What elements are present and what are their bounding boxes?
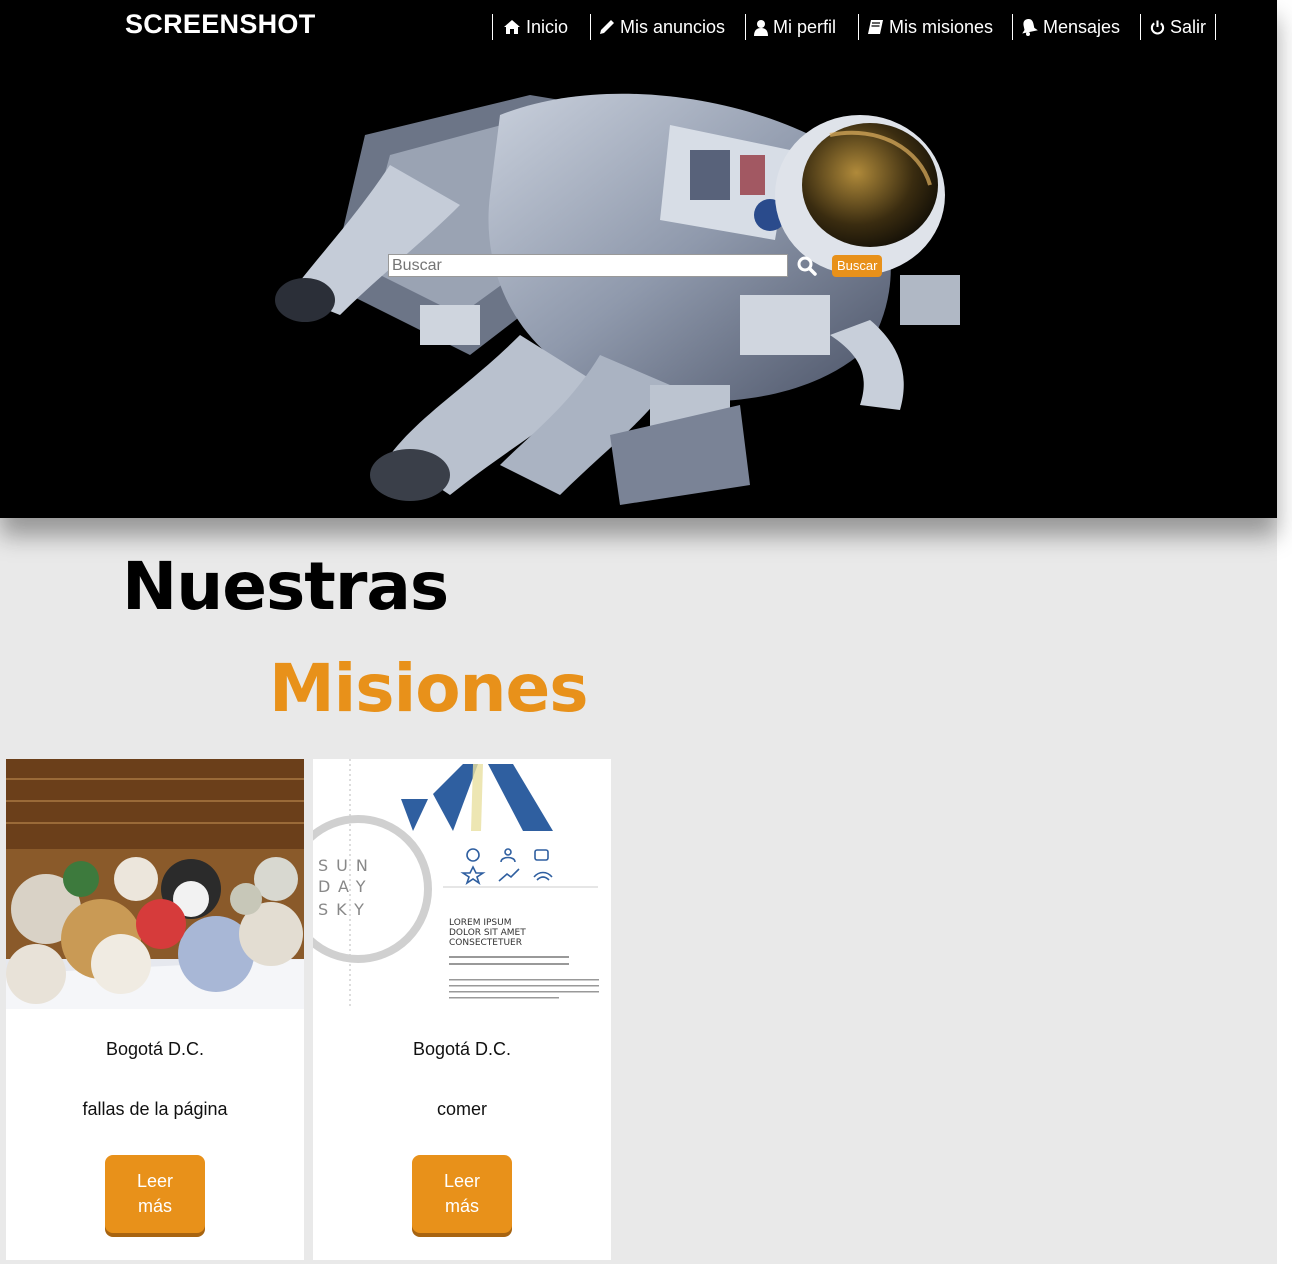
svg-text:CONSECTETUER: CONSECTETUER bbox=[449, 938, 522, 948]
card-description: fallas de la página bbox=[82, 1099, 228, 1119]
search-icon[interactable] bbox=[797, 255, 819, 277]
svg-text:SUN: SUN bbox=[318, 856, 376, 875]
pencil-icon bbox=[600, 20, 614, 34]
page: SCREENSHOT Inicio Mis anuncios Mi perfil… bbox=[0, 0, 1277, 1264]
card-city: Bogotá D.C. bbox=[105, 1039, 205, 1059]
hero-banner: SCREENSHOT Inicio Mis anuncios Mi perfil… bbox=[0, 0, 1277, 518]
brand-logo[interactable]: SCREENSHOT bbox=[125, 9, 316, 40]
power-icon bbox=[1150, 19, 1165, 34]
book-icon bbox=[868, 20, 883, 34]
svg-text:LOREM IPSUM: LOREM IPSUM bbox=[449, 918, 512, 928]
mission-card: Bogotá D.C. fallas de la página Leer más bbox=[6, 759, 304, 1260]
section-title-line2: Misiones bbox=[269, 650, 589, 727]
read-more-button[interactable]: Leer más bbox=[412, 1155, 512, 1233]
nav-item-label: Mi perfil bbox=[773, 16, 837, 37]
card-city: Bogotá D.C. bbox=[412, 1039, 512, 1059]
search-bar: Buscar bbox=[388, 254, 883, 277]
home-icon bbox=[504, 20, 520, 34]
svg-text:DAY: DAY bbox=[318, 877, 374, 896]
search-button[interactable]: Buscar bbox=[832, 254, 883, 277]
nav-item-mensajes[interactable]: Mensajes bbox=[1012, 14, 1140, 40]
mission-image bbox=[6, 759, 304, 1009]
astronaut-image bbox=[275, 93, 960, 505]
nav-item-salir[interactable]: Salir bbox=[1140, 14, 1216, 40]
mission-image: SUN DAY SKY LOREM IPSUM DOLOR SIT AMET C… bbox=[313, 759, 611, 1009]
section-title-line1: Nuestras bbox=[122, 548, 449, 625]
nav-item-label: Mis anuncios bbox=[620, 16, 726, 37]
user-icon bbox=[754, 19, 768, 36]
nav-item-mi-perfil[interactable]: Mi perfil bbox=[745, 14, 858, 40]
nav-item-label: Salir bbox=[1169, 16, 1206, 37]
nav-item-label: Mensajes bbox=[1043, 16, 1121, 37]
card-description: comer bbox=[436, 1099, 487, 1119]
bell-icon bbox=[1022, 19, 1038, 36]
svg-text:DOLOR SIT AMET: DOLOR SIT AMET bbox=[449, 928, 526, 938]
nav-item-inicio[interactable]: Inicio bbox=[492, 14, 590, 40]
read-more-button[interactable]: Leer más bbox=[105, 1155, 205, 1233]
nav-item-label: Inicio bbox=[526, 16, 569, 37]
nav-item-mis-anuncios[interactable]: Mis anuncios bbox=[590, 14, 745, 40]
nav-item-label: Mis misiones bbox=[889, 16, 994, 37]
main-nav: Inicio Mis anuncios Mi perfil Mis mision… bbox=[492, 14, 1216, 40]
svg-text:SKY: SKY bbox=[318, 900, 372, 919]
mission-card: SUN DAY SKY LOREM IPSUM DOLOR SIT AMET C… bbox=[313, 759, 611, 1260]
sunday-sky-text: SUN DAY SKY bbox=[318, 856, 376, 919]
nav-item-mis-misiones[interactable]: Mis misiones bbox=[858, 14, 1012, 40]
search-input[interactable] bbox=[388, 254, 788, 277]
